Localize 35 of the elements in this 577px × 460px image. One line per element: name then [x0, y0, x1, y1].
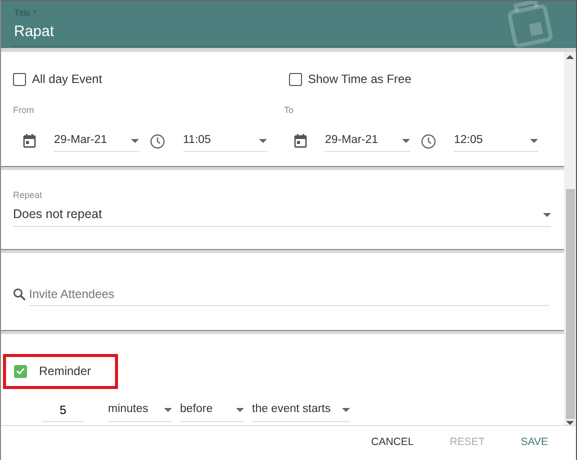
event-dropdown[interactable]: the event starts — [252, 399, 350, 422]
title-field[interactable]: Rapat — [14, 21, 54, 44]
range-label: From — [13, 104, 34, 117]
caret-icon — [543, 212, 551, 217]
footer-button[interactable]: SAVE — [506, 431, 562, 455]
range-label: To — [284, 104, 294, 117]
caret-icon — [236, 408, 244, 412]
repeat-label: Repeat — [13, 189, 42, 202]
clock-icon — [150, 134, 165, 149]
footer-button[interactable]: CANCEL — [357, 431, 428, 455]
caret-icon — [164, 408, 172, 412]
checkbox-label: All day Event — [32, 71, 102, 88]
search-icon — [13, 288, 26, 301]
checkbox[interactable] — [14, 364, 27, 378]
caret-icon — [259, 138, 267, 143]
caret-icon — [342, 408, 350, 412]
scrollbar[interactable] — [564, 52, 576, 425]
repeat-dropdown[interactable]: Does not repeat — [13, 203, 551, 227]
caret-icon — [530, 138, 538, 143]
clock-icon — [421, 134, 436, 149]
date-dropdown[interactable]: 29-Mar-21 — [54, 130, 139, 152]
checkbox[interactable] — [289, 72, 302, 86]
time-dropdown[interactable]: 11:05 — [183, 130, 267, 152]
checkbox-label: Show Time as Free — [308, 71, 412, 88]
caret-icon — [402, 138, 410, 143]
checkbox-label: Reminder — [39, 363, 92, 380]
relation-dropdown[interactable]: before — [180, 399, 244, 422]
caret-icon — [131, 138, 139, 143]
checkbox[interactable] — [13, 72, 26, 86]
padlock-icon — [506, 1, 554, 49]
date-dropdown[interactable]: 29-Mar-21 — [325, 130, 410, 152]
time-dropdown[interactable]: 12:05 — [454, 130, 538, 152]
unit-dropdown[interactable]: minutes — [108, 399, 172, 422]
calendar-icon — [23, 134, 36, 148]
calendar-icon — [294, 134, 307, 148]
